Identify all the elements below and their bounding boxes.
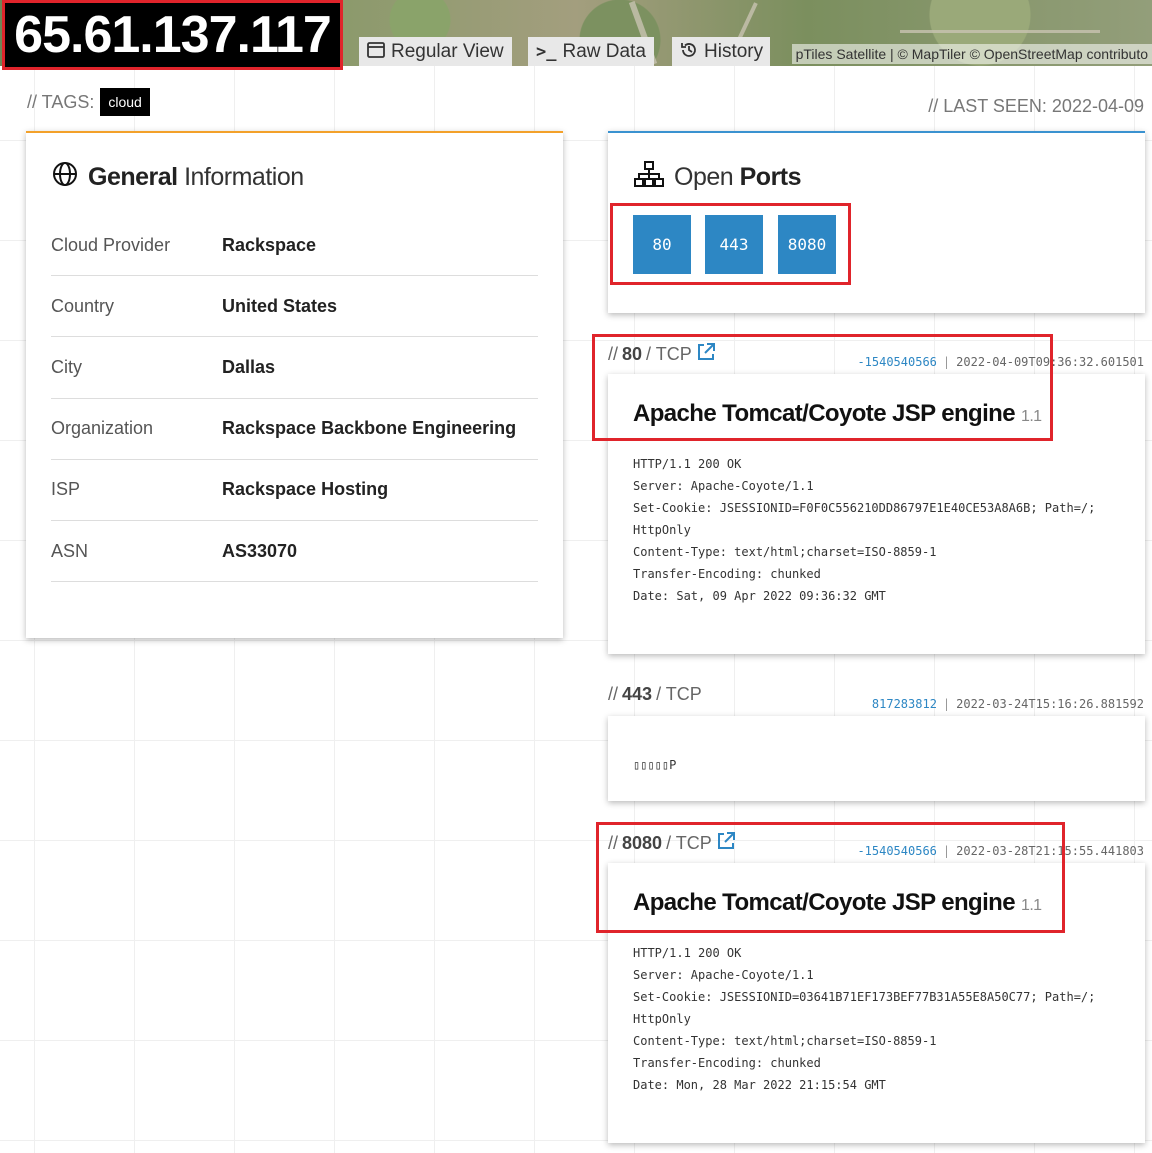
port-button-8080[interactable]: 8080 <box>778 215 836 274</box>
open-ports-card: Open Ports 80 443 8080 <box>608 131 1145 313</box>
service-card-443: ▯▯▯▯▯P <box>608 716 1145 801</box>
general-information-title: General Information <box>52 161 304 194</box>
port-button-443[interactable]: 443 <box>705 215 763 274</box>
tab-history[interactable]: History <box>672 37 770 66</box>
info-value: Rackspace Hosting <box>222 479 389 500</box>
service-protocol: / TCP <box>656 684 702 704</box>
tab-label: Regular View <box>391 40 504 62</box>
tab-label: History <box>704 40 764 62</box>
service-port: 443 <box>622 684 653 704</box>
meta-separator: | <box>942 697 951 711</box>
highlight-box-8080 <box>596 822 1065 933</box>
info-table: Cloud Provider Rackspace Country United … <box>51 215 538 583</box>
tab-raw-data[interactable]: >_ Raw Data <box>528 37 654 66</box>
service-meta-443: 817283812 | 2022-03-24T15:16:26.881592 <box>872 697 1144 711</box>
info-key: Country <box>51 295 115 316</box>
service-banner: HTTP/1.1 200 OK Server: Apache-Coyote/1.… <box>633 946 1096 1092</box>
tab-label: Raw Data <box>562 40 646 62</box>
map-road <box>900 30 1100 33</box>
service-banner: ▯▯▯▯▯P <box>633 758 677 772</box>
info-value[interactable]: AS33070 <box>222 541 297 562</box>
info-value: Dallas <box>222 356 276 377</box>
service-timestamp: 2022-03-24T15:16:26.881592 <box>956 697 1144 711</box>
info-value: Rackspace Backbone Engineering <box>222 418 517 439</box>
open-ports-title: Open Ports <box>634 161 802 194</box>
info-row-organization: Organization Rackspace Backbone Engineer… <box>51 399 538 460</box>
tags-row: // TAGS: cloud <box>27 88 150 116</box>
title-strong: Ports <box>739 163 802 191</box>
window-icon <box>367 41 385 62</box>
highlight-box-80 <box>592 334 1053 441</box>
info-row-asn: ASN AS33070 <box>51 521 538 583</box>
service-hash[interactable]: 817283812 <box>872 697 937 711</box>
history-icon <box>680 41 698 63</box>
info-key: ASN <box>51 540 89 561</box>
tags-label: // TAGS: <box>27 91 95 112</box>
info-value: United States <box>222 295 338 316</box>
info-key: Organization <box>51 418 154 439</box>
tab-regular-view[interactable]: Regular View <box>359 37 512 66</box>
info-key: Cloud Provider <box>51 234 171 255</box>
terminal-icon: >_ <box>536 41 557 62</box>
info-key: ISP <box>51 479 81 500</box>
service-banner: HTTP/1.1 200 OK Server: Apache-Coyote/1.… <box>633 457 1096 603</box>
globe-icon <box>52 161 78 194</box>
info-row-isp: ISP Rackspace Hosting <box>51 460 538 521</box>
title-light: Open <box>674 163 734 191</box>
ip-address-title: 65.61.137.117 <box>2 0 343 70</box>
info-row-country: Country United States <box>51 276 538 338</box>
map-attribution[interactable]: pTiles Satellite | © MapTiler © OpenStre… <box>791 44 1152 64</box>
info-value: Rackspace <box>222 234 317 255</box>
network-icon <box>634 161 664 194</box>
info-row-city: City Dallas <box>51 337 538 399</box>
tag-chip[interactable]: cloud <box>100 88 150 116</box>
port-button-80[interactable]: 80 <box>633 215 691 274</box>
general-information-card: General Information Cloud Provider Racks… <box>26 131 563 638</box>
service-header-443: // 443 / TCP <box>608 684 702 705</box>
info-row-cloud-provider: Cloud Provider Rackspace <box>51 215 538 277</box>
title-light: Information <box>184 163 304 191</box>
info-key: City <box>51 356 82 377</box>
service-prefix: // <box>608 684 619 704</box>
last-seen: // LAST SEEN: 2022-04-09 <box>928 96 1144 116</box>
title-strong: General <box>88 163 178 191</box>
